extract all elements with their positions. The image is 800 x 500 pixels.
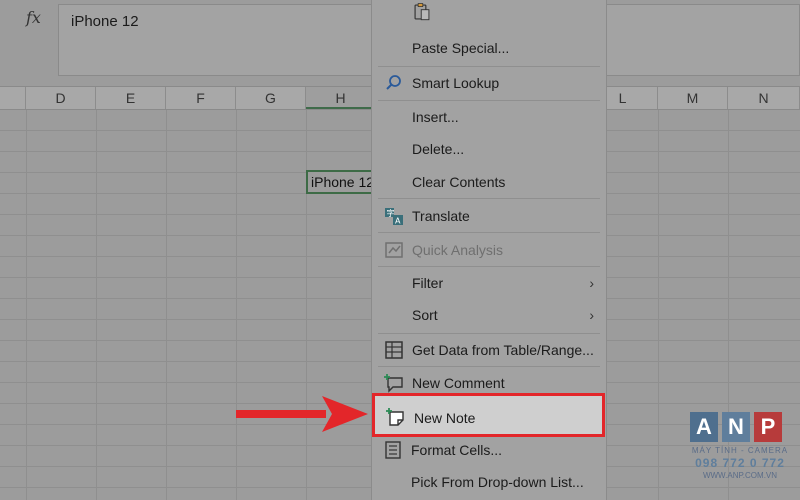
chevron-right-icon: › <box>589 307 594 323</box>
logo-letter-a: A <box>690 412 718 442</box>
column-header-partial[interactable] <box>0 87 26 109</box>
gridline <box>166 110 167 500</box>
new-note-icon <box>386 408 406 428</box>
column-header-m[interactable]: M <box>658 87 728 109</box>
logo-letter-n: N <box>722 412 750 442</box>
column-header-e[interactable]: E <box>96 87 166 109</box>
gridline <box>26 110 27 500</box>
new-comment-icon <box>384 373 404 393</box>
translate-icon: 字 A <box>384 206 404 226</box>
clipboard-icon[interactable] <box>412 2 432 22</box>
column-header-d[interactable]: D <box>26 87 96 109</box>
gridline <box>306 110 307 500</box>
logo-phone: 098 772 0 772 <box>695 456 785 470</box>
format-cells-icon <box>383 440 403 460</box>
column-header-f[interactable]: F <box>166 87 236 109</box>
menu-item-get-data[interactable]: Get Data from Table/Range... <box>372 334 606 366</box>
menu-item-smart-lookup[interactable]: Smart Lookup <box>372 67 606 99</box>
table-icon <box>384 340 404 360</box>
arrow-icon <box>236 396 368 432</box>
quick-analysis-icon <box>384 240 404 260</box>
logo-tagline: MÁY TÍNH - CAMERA <box>691 446 789 455</box>
fx-zone: fx <box>0 0 58 76</box>
menu-item-quick-analysis[interactable]: Quick Analysis <box>372 234 606 266</box>
menu-item-sort[interactable]: Sort › <box>372 299 606 331</box>
column-header-g[interactable]: G <box>236 87 306 109</box>
gridline <box>658 110 659 500</box>
search-icon <box>384 73 404 93</box>
new-note-highlight[interactable]: New Note <box>372 393 605 437</box>
menu-item-format-cells[interactable]: Format Cells... <box>371 434 605 466</box>
menu-item-new-note[interactable]: New Note <box>374 402 602 434</box>
menu-item-pick-from-dropdown[interactable]: Pick From Drop-down List... <box>371 466 605 498</box>
menu-item-translate[interactable]: 字 A Translate <box>372 200 606 232</box>
menu-item-paste-special[interactable]: Paste Special... <box>372 32 606 64</box>
svg-text:A: A <box>395 217 401 226</box>
menu-item-clear-contents[interactable]: Clear Contents <box>372 166 606 198</box>
menu-item-filter[interactable]: Filter › <box>372 267 606 299</box>
column-header-h[interactable]: H <box>306 87 376 109</box>
anp-logo: A N P MÁY TÍNH - CAMERA 098 772 0 772 WW… <box>690 412 790 492</box>
logo-letter-p: P <box>754 412 782 442</box>
fx-icon[interactable]: fx <box>26 8 41 27</box>
logo-website: WWW.ANP.COM.VN <box>702 471 778 480</box>
chevron-right-icon: › <box>589 275 594 291</box>
gridline <box>236 110 237 500</box>
active-cell-h[interactable]: iPhone 12 <box>306 170 378 194</box>
menu-item-delete[interactable]: Delete... <box>372 133 606 165</box>
menu-separator <box>378 232 600 233</box>
menu-item-paste-options[interactable] <box>372 0 606 30</box>
menu-item-insert[interactable]: Insert... <box>372 101 606 133</box>
logo-tiles: A N P <box>690 412 790 442</box>
column-header-n[interactable]: N <box>728 87 800 109</box>
menu-separator <box>378 198 600 199</box>
gridline <box>96 110 97 500</box>
